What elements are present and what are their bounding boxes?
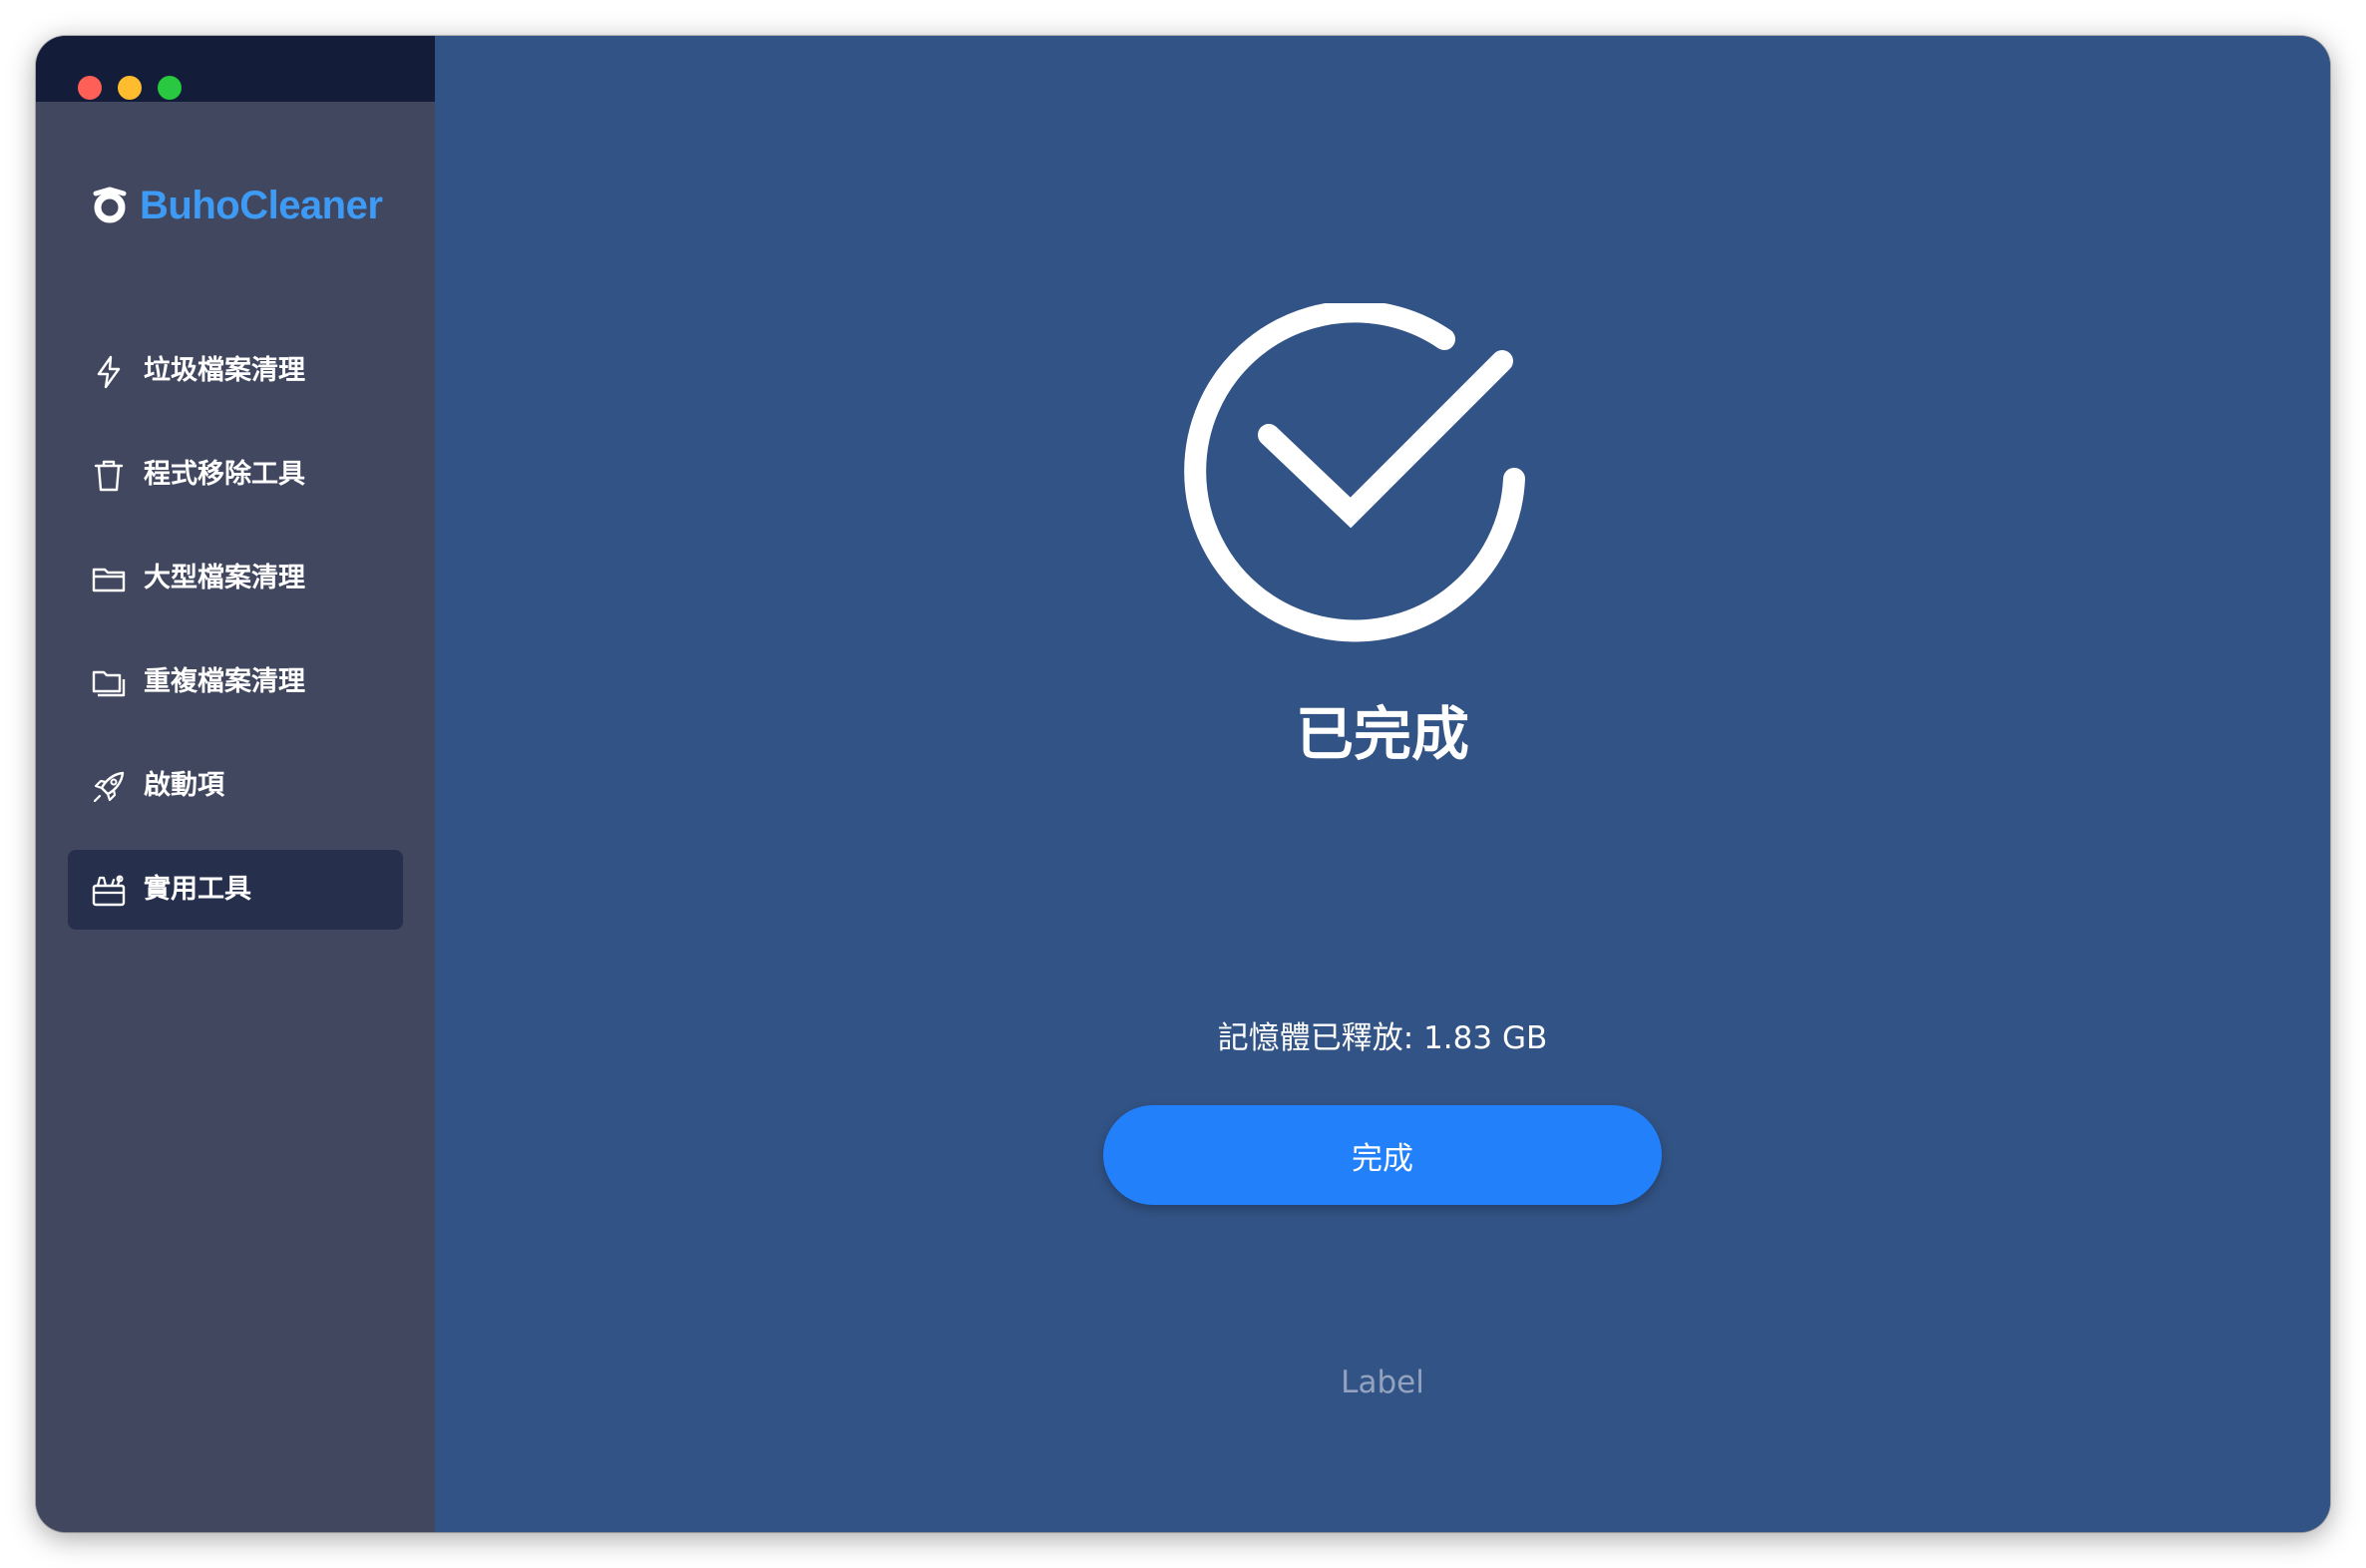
toolbox-icon [92, 875, 126, 907]
sidebar: BuhoCleaner 垃圾檔案清理 程式移除工具 大型檔案清理 重複檔案清理 … [36, 36, 435, 1532]
close-window-button[interactable] [78, 76, 102, 100]
brand: BuhoCleaner [90, 176, 383, 235]
sidebar-item-label: 程式移除工具 [144, 459, 305, 490]
done-button[interactable]: 完成 [1103, 1105, 1662, 1205]
app-window: BuhoCleaner 垃圾檔案清理 程式移除工具 大型檔案清理 重複檔案清理 … [36, 36, 2330, 1532]
title-bar [36, 36, 435, 102]
sidebar-item-junk-cleanup[interactable]: 垃圾檔案清理 [68, 331, 403, 411]
completion-title: 已完成 [1295, 700, 1469, 768]
main-panel: 已完成 記憶體已釋放: 1.83 GB 完成 Label [435, 36, 2330, 1532]
sidebar-item-duplicate-files[interactable]: 重複檔案清理 [68, 642, 403, 722]
duplicate-folder-icon [92, 670, 126, 697]
sidebar-item-label: 垃圾檔案清理 [144, 355, 305, 386]
sidebar-item-label: 重複檔案清理 [144, 666, 305, 697]
lightning-icon [97, 355, 121, 389]
sidebar-item-label: 實用工具 [144, 874, 251, 905]
sidebar-item-toolkit[interactable]: 實用工具 [68, 850, 403, 930]
sidebar-item-startup-items[interactable]: 啟動項 [68, 746, 403, 826]
sidebar-item-app-uninstaller[interactable]: 程式移除工具 [68, 435, 403, 515]
zoom-window-button[interactable] [158, 76, 182, 100]
folder-icon [92, 568, 126, 592]
sidebar-item-large-files[interactable]: 大型檔案清理 [68, 539, 403, 618]
minimize-window-button[interactable] [118, 76, 142, 100]
brand-name: BuhoCleaner [140, 183, 383, 227]
buho-logo-icon [93, 187, 127, 223]
trash-icon [94, 460, 124, 492]
sidebar-item-label: 大型檔案清理 [144, 563, 305, 593]
checkmark-circle-icon [1184, 303, 1525, 642]
footer-label: Label [1341, 1365, 1424, 1400]
rocket-icon [93, 771, 125, 803]
sidebar-item-label: 啟動項 [144, 770, 224, 801]
memory-freed-text: 記憶體已釋放: 1.83 GB [1217, 1020, 1548, 1056]
